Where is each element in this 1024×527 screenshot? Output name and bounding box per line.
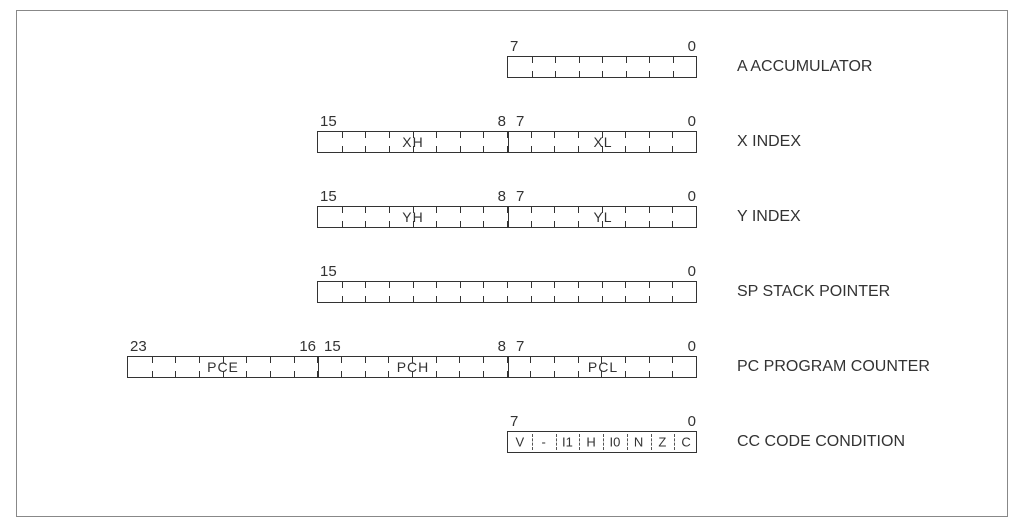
- bit-num-low: 0: [688, 38, 696, 55]
- bit-num-0: 0: [688, 413, 696, 430]
- cc-bit-c: C: [674, 435, 698, 450]
- bit-ticks: [318, 132, 696, 152]
- bit-num-0: 0: [688, 263, 696, 280]
- bit-num-8: 8: [498, 113, 506, 130]
- seg-pch: PCH: [397, 359, 430, 375]
- bit-num-15: 15: [320, 188, 337, 205]
- seg-xh: XH: [402, 134, 423, 150]
- cc-bit-z: Z: [651, 435, 675, 450]
- seg-yh: YH: [402, 209, 423, 225]
- bit-ticks: [508, 57, 696, 77]
- bit-num-15: 15: [324, 338, 341, 355]
- register-cc-desc: CC CODE CONDITION: [737, 433, 905, 451]
- byte-divider: [508, 131, 509, 153]
- cc-bit-h: H: [579, 435, 603, 450]
- bit-num-16: 16: [299, 338, 316, 355]
- byte-divider: [508, 206, 509, 228]
- bit-ticks: [318, 282, 696, 302]
- register-cc: V - I1 H I0 N Z C 7 0: [507, 431, 697, 453]
- register-pc-desc: PC PROGRAM COUNTER: [737, 358, 930, 376]
- register-sp-desc: SP STACK POINTER: [737, 283, 890, 301]
- bit-num-0: 0: [688, 188, 696, 205]
- bit-num-0: 0: [688, 113, 696, 130]
- cc-bit-n: N: [627, 435, 651, 450]
- seg-xl: XL: [593, 134, 612, 150]
- register-sp: 15 0: [317, 281, 697, 303]
- bit-num-7: 7: [510, 413, 518, 430]
- bit-num-8: 8: [498, 338, 506, 355]
- bit-num-7: 7: [516, 113, 524, 130]
- seg-yl: YL: [593, 209, 612, 225]
- register-y: YH YL 15 8 7 0: [317, 206, 697, 228]
- bit-num-15: 15: [320, 263, 337, 280]
- cc-bit-dash: -: [532, 435, 556, 450]
- diagram-frame: 7 0 A ACCUMULATOR XH XL 15 8 7 0 X INDEX: [16, 10, 1008, 517]
- byte-divider: [508, 356, 509, 378]
- diagram-canvas: 7 0 A ACCUMULATOR XH XL 15 8 7 0 X INDEX: [0, 0, 1024, 527]
- register-a: 7 0: [507, 56, 697, 78]
- bit-num-15: 15: [320, 113, 337, 130]
- register-y-desc: Y INDEX: [737, 208, 801, 226]
- register-pc: PCE PCH PCL 23 16 15 8 7 0: [127, 356, 697, 378]
- register-x-desc: X INDEX: [737, 133, 801, 151]
- byte-divider: [318, 356, 319, 378]
- bit-num-23: 23: [130, 338, 147, 355]
- bit-num-8: 8: [498, 188, 506, 205]
- bit-ticks: [318, 207, 696, 227]
- register-a-desc: A ACCUMULATOR: [737, 58, 872, 76]
- seg-pce: PCE: [207, 359, 239, 375]
- bit-num-7: 7: [516, 338, 524, 355]
- seg-pcl: PCL: [588, 359, 618, 375]
- register-x: XH XL 15 8 7 0: [317, 131, 697, 153]
- bit-num-high: 7: [510, 38, 518, 55]
- cc-bit-i1: I1: [556, 435, 580, 450]
- bit-num-7: 7: [516, 188, 524, 205]
- bit-num-0: 0: [688, 338, 696, 355]
- cc-bit-v: V: [508, 435, 532, 450]
- cc-bit-i0: I0: [603, 435, 627, 450]
